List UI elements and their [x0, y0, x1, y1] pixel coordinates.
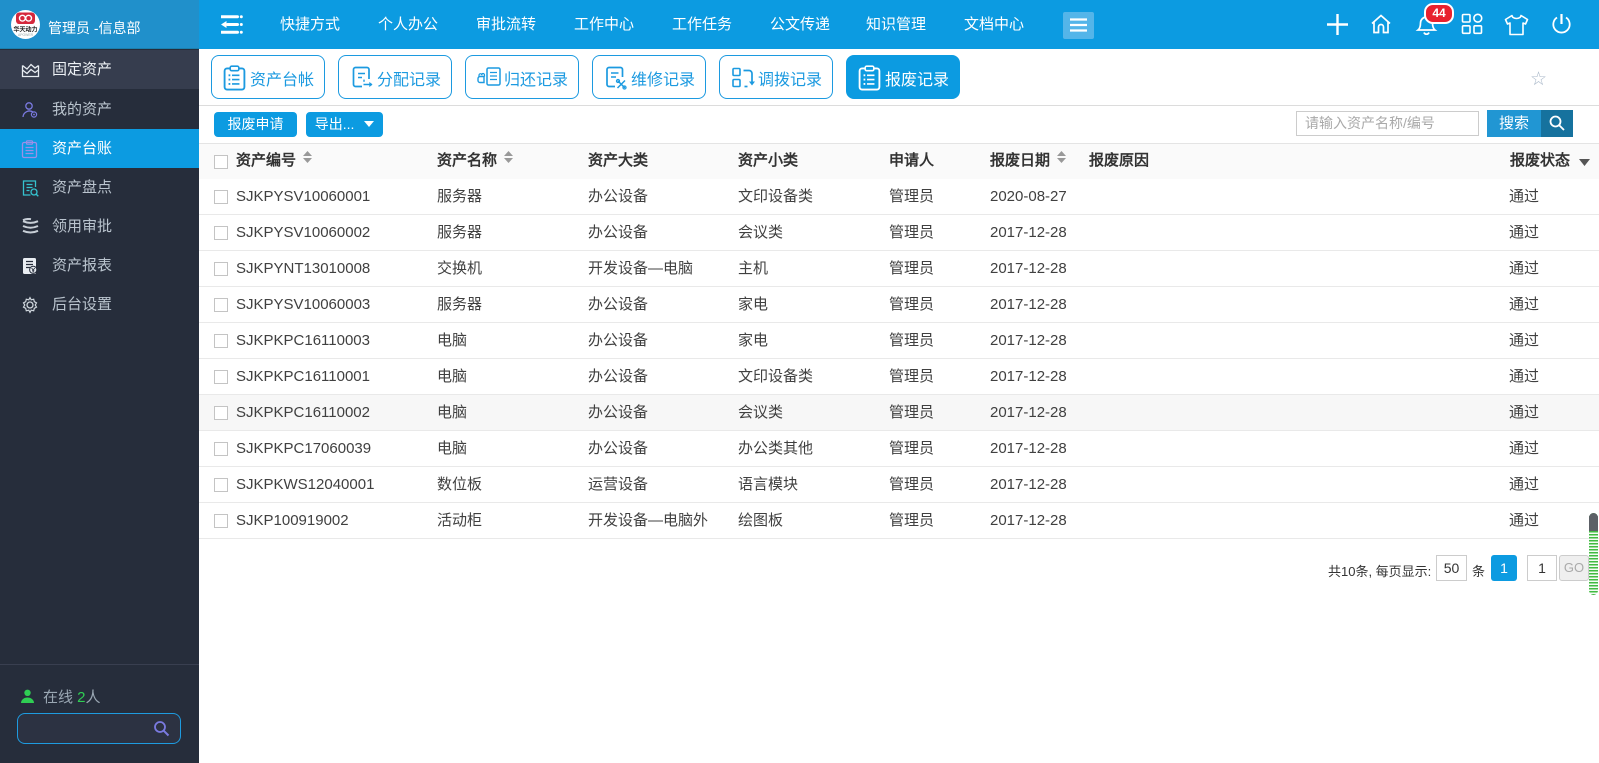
svg-text:APOWER: APOWER	[18, 33, 34, 37]
